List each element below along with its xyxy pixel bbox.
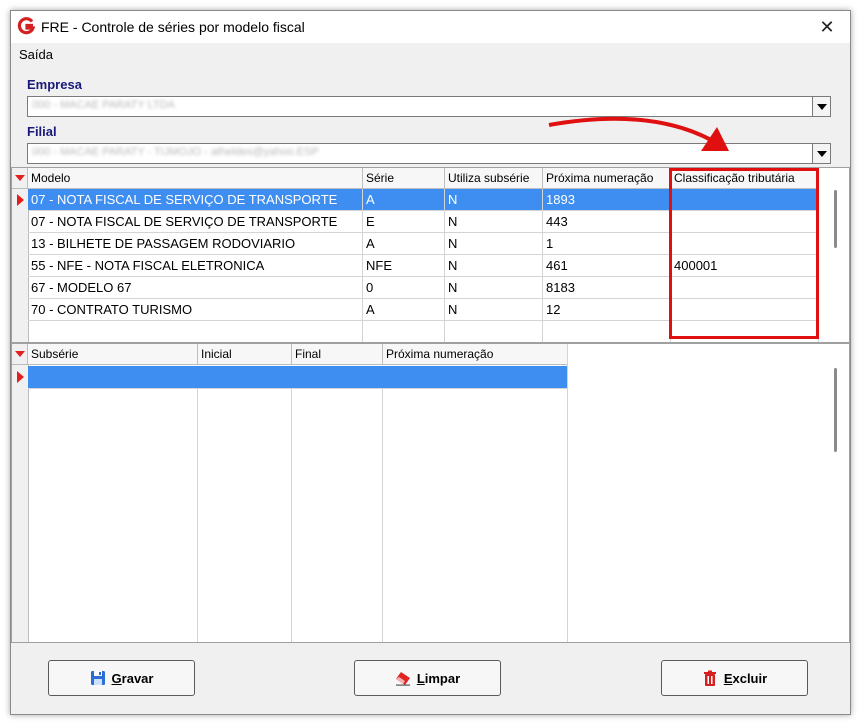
filial-value: 000 - MACAE PARATY - TIJMOJO - atheldes@… — [32, 146, 319, 158]
cell-utiliza: N — [445, 211, 543, 233]
subseries-grid: Subsérie Inicial Final Próxima numeração — [11, 343, 850, 643]
table-row[interactable]: 07 - NOTA FISCAL DE SERVIÇO DE TRANSPORT… — [28, 211, 819, 233]
column-divider — [382, 389, 383, 642]
column-header-serie[interactable]: Série — [363, 168, 445, 189]
cell-serie: A — [363, 299, 445, 321]
cell-proxima — [543, 321, 671, 342]
series-scrollbar[interactable] — [834, 190, 837, 248]
table-row[interactable]: 55 - NFE - NOTA FISCAL ELETRONICA NFE N … — [28, 255, 819, 277]
column-header-subserie-proxima-numeracao[interactable]: Próxima numeração — [383, 344, 568, 365]
table-row[interactable] — [28, 366, 568, 389]
column-divider — [567, 344, 568, 642]
subseries-scrollbar[interactable] — [834, 368, 837, 452]
cell-serie: NFE — [363, 255, 445, 277]
sort-arrow-icon — [15, 175, 25, 181]
trash-icon — [702, 670, 718, 686]
table-row[interactable]: 70 - CONTRATO TURISMO A N 12 — [28, 299, 819, 321]
cell-classificacao — [671, 321, 819, 342]
limpar-button[interactable]: Limpar — [354, 660, 501, 696]
table-row[interactable] — [28, 321, 819, 342]
filial-label: Filial — [27, 124, 57, 139]
current-row-pointer-icon — [17, 194, 24, 206]
cell-serie: A — [363, 189, 445, 211]
cell-utiliza: N — [445, 277, 543, 299]
cell-classificacao: 400001 — [671, 255, 819, 277]
column-header-modelo[interactable]: Modelo — [28, 168, 363, 189]
cell-utiliza — [445, 321, 543, 342]
cell-modelo: 07 - NOTA FISCAL DE SERVIÇO DE TRANSPORT… — [28, 189, 363, 211]
cell-utiliza: N — [445, 255, 543, 277]
cell-proxima: 8183 — [543, 277, 671, 299]
current-row-pointer-icon — [17, 371, 24, 383]
cell-classificacao — [671, 233, 819, 255]
cell-classificacao — [671, 299, 819, 321]
excluir-button[interactable]: Excluir — [661, 660, 808, 696]
cell-modelo: 07 - NOTA FISCAL DE SERVIÇO DE TRANSPORT… — [28, 211, 363, 233]
subseries-row-indicator-column — [12, 344, 29, 642]
column-divider — [197, 389, 198, 642]
cell-modelo: 13 - BILHETE DE PASSAGEM RODOVIARIO — [28, 233, 363, 255]
column-header-subserie[interactable]: Subsérie — [28, 344, 198, 365]
cell-serie: A — [363, 233, 445, 255]
column-divider — [291, 389, 292, 642]
empresa-dropdown-button[interactable] — [812, 97, 830, 116]
filial-dropdown-button[interactable] — [812, 144, 830, 163]
cell-proxima: 461 — [543, 255, 671, 277]
cell-proxima: 1 — [543, 233, 671, 255]
cell-utiliza: N — [445, 233, 543, 255]
sort-arrow-icon — [15, 351, 25, 357]
cell-proxima: 1893 — [543, 189, 671, 211]
menu-item-saida[interactable]: Saída — [19, 47, 53, 62]
empresa-value: 000 - MACAE PARATY LTDA — [32, 99, 175, 111]
column-header-final[interactable]: Final — [292, 344, 383, 365]
main-window: FRE - Controle de séries por modelo fisc… — [10, 10, 851, 715]
cell-modelo — [28, 321, 363, 342]
menu-bar: Saída — [11, 43, 850, 67]
cell-modelo: 67 - MODELO 67 — [28, 277, 363, 299]
limpar-label: Limpar — [416, 670, 461, 686]
gravar-button[interactable]: Gravar — [48, 660, 195, 696]
cell-proxima: 443 — [543, 211, 671, 233]
series-grid: Modelo Série Utiliza subsérie Próxima nu… — [11, 167, 850, 343]
cell-classificacao — [671, 211, 819, 233]
series-sort-corner[interactable] — [12, 168, 28, 189]
cell-classificacao — [671, 277, 819, 299]
app-logo-icon — [17, 17, 35, 35]
cell-proxima: 12 — [543, 299, 671, 321]
excluir-label: Excluir — [723, 670, 768, 686]
empresa-label: Empresa — [27, 77, 82, 92]
table-row[interactable]: 07 - NOTA FISCAL DE SERVIÇO DE TRANSPORT… — [28, 189, 819, 211]
column-header-proxima-numeracao[interactable]: Próxima numeração — [543, 168, 671, 189]
cell-serie: E — [363, 211, 445, 233]
column-header-classificacao-tributaria[interactable]: Classificação tributária — [671, 168, 819, 189]
cell-serie: 0 — [363, 277, 445, 299]
annotation-arrow-icon — [548, 116, 729, 151]
cell-modelo: 70 - CONTRATO TURISMO — [28, 299, 363, 321]
cell-utiliza: N — [445, 299, 543, 321]
cell-classificacao — [671, 189, 819, 211]
subseries-empty-area — [568, 344, 849, 642]
column-header-inicial[interactable]: Inicial — [198, 344, 292, 365]
eraser-icon — [395, 670, 411, 686]
close-button[interactable]: ✕ — [807, 11, 847, 43]
gravar-label: Gravar — [111, 670, 154, 686]
cell-modelo: 55 - NFE - NOTA FISCAL ELETRONICA — [28, 255, 363, 277]
floppy-disk-icon — [90, 670, 106, 686]
cell-utiliza: N — [445, 189, 543, 211]
cell-serie — [363, 321, 445, 342]
table-row[interactable]: 67 - MODELO 67 0 N 8183 — [28, 277, 819, 299]
column-header-utiliza-subserie[interactable]: Utiliza subsérie — [445, 168, 543, 189]
subseries-sort-corner[interactable] — [12, 344, 28, 365]
window-title: FRE - Controle de séries por modelo fisc… — [41, 19, 305, 35]
table-row[interactable]: 13 - BILHETE DE PASSAGEM RODOVIARIO A N … — [28, 233, 819, 255]
title-bar: FRE - Controle de séries por modelo fisc… — [11, 11, 850, 43]
